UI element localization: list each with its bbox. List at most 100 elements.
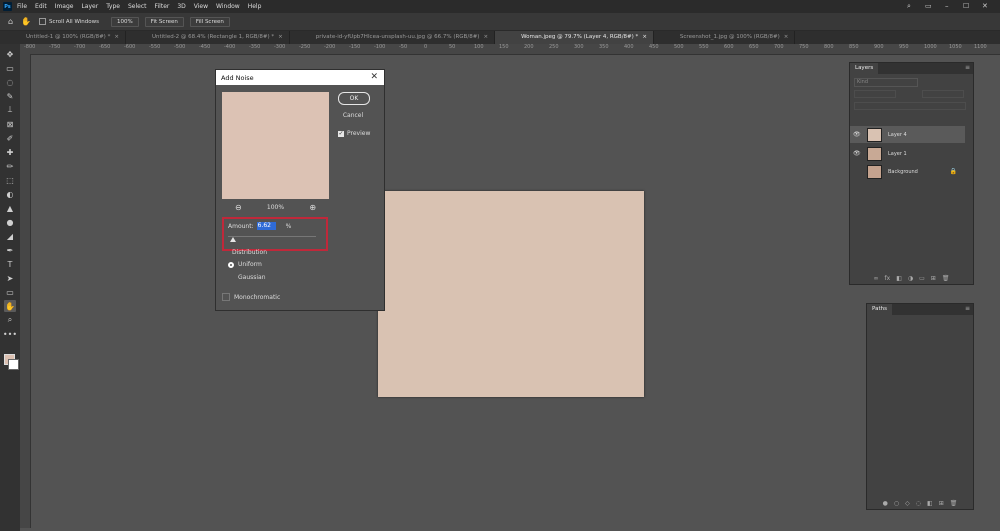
lasso-tool-icon[interactable]: ◌ [4,76,16,88]
workspace-icon[interactable]: ▭ [925,2,932,10]
group-icon[interactable]: ▭ [919,275,925,282]
layer-row-layer-4[interactable]: 👁 Layer 4 [850,126,965,143]
filter-preview[interactable] [222,92,329,199]
close-icon[interactable]: × [642,34,647,40]
cancel-button[interactable]: Cancel [338,110,368,121]
close-icon[interactable]: × [278,34,283,40]
tab-untitled-1[interactable]: Untitled-1 @ 100% (RGB/8#) * × [0,31,126,44]
menu-help[interactable]: Help [248,3,262,10]
path-select-tool-icon[interactable]: ➤ [4,272,16,284]
close-icon[interactable]: × [114,34,119,40]
hand-tool-icon[interactable]: ✋ [4,300,16,312]
opacity-field[interactable] [922,90,964,98]
history-brush-tool-icon[interactable]: ◐ [4,188,16,200]
menu-type[interactable]: Type [106,3,120,10]
healing-tool-icon[interactable]: ✚ [4,146,16,158]
eyedropper-tool-icon[interactable]: ✐ [4,132,16,144]
stroke-path-icon[interactable]: ○ [894,500,899,507]
close-icon[interactable]: × [784,34,789,40]
preview-checkbox[interactable]: ✓ Preview [338,130,370,137]
make-work-path-icon[interactable]: ◌ [916,500,921,507]
fill-screen-button[interactable]: Fill Screen [189,16,230,27]
menu-select[interactable]: Select [128,3,147,10]
marquee-tool-icon[interactable]: ▭ [4,62,16,74]
layers-tab[interactable]: Layers [850,63,879,74]
menu-view[interactable]: View [194,3,208,10]
vertical-ruler[interactable] [20,54,31,528]
home-icon[interactable]: ⌂ [8,17,13,26]
layer-filter-input[interactable]: Kind [854,78,918,87]
close-icon[interactable]: × [483,34,488,40]
mask-icon[interactable]: ◧ [896,275,902,282]
brush-tool-icon[interactable]: ✏ [4,160,16,172]
amount-slider-track[interactable] [228,236,316,237]
menu-file[interactable]: File [17,3,27,10]
hand-tool-icon[interactable]: ✋ [21,17,31,26]
menu-filter[interactable]: Filter [155,3,170,10]
move-tool-icon[interactable]: ✥ [4,48,16,60]
ruler-tick-label: -750 [49,44,61,50]
blend-mode-select[interactable] [854,90,896,98]
fill-path-icon[interactable]: ● [883,500,888,507]
menu-edit[interactable]: Edit [35,3,47,10]
shape-tool-icon[interactable]: ▭ [4,286,16,298]
trash-icon[interactable]: 🗑 [942,275,950,282]
zoom-100-button[interactable]: 100% [111,16,139,27]
document-canvas[interactable] [378,191,644,397]
tab-private-image[interactable]: private-id-yfUpb7HIcea-unsplash-uu.jpg @… [290,31,496,44]
amount-input[interactable]: 6.62 [256,222,276,230]
paths-tab[interactable]: Paths [867,304,892,315]
menu-3d[interactable]: 3D [177,3,185,10]
link-layers-icon[interactable]: ∞ [874,275,879,282]
pen-tool-icon[interactable]: ✒ [4,244,16,256]
zoom-out-icon[interactable]: ⊖ [234,203,242,212]
load-selection-icon[interactable]: ◇ [905,500,910,507]
tab-woman[interactable]: Woman.jpeg @ 79.7% (Layer 4, RGB/8#) * × [495,31,654,44]
background-color-swatch[interactable] [8,359,19,370]
search-icon[interactable]: ⌕ [907,2,911,11]
zoom-in-icon[interactable]: ⊕ [309,203,317,212]
fit-screen-button[interactable]: Fit Screen [144,16,184,27]
eraser-tool-icon[interactable]: ▲ [4,202,16,214]
ok-button[interactable]: OK [338,92,370,105]
layers-panel-header: Layers [850,63,973,74]
quick-select-tool-icon[interactable]: ✎ [4,90,16,102]
crop-tool-icon[interactable]: ⟘ [4,104,16,116]
tab-screenshot[interactable]: Screenshot_1.jpg @ 100% (RGB/8#) × [654,31,796,44]
menu-layer[interactable]: Layer [81,3,98,10]
uniform-radio[interactable]: Uniform [228,261,262,268]
gradient-tool-icon[interactable]: ● [4,216,16,228]
stamp-tool-icon[interactable]: ⬚ [4,174,16,186]
visibility-eye-icon[interactable]: 👁 [853,131,861,138]
panel-menu-icon[interactable]: ≡ [965,305,970,312]
menu-window[interactable]: Window [216,3,240,10]
add-mask-icon[interactable]: ◧ [927,500,933,507]
minimize-icon[interactable]: – [945,2,949,10]
zoom-tool-icon[interactable]: ⌕ [4,314,16,326]
gaussian-radio[interactable]: Gaussian [228,274,266,281]
dodge-tool-icon[interactable]: ◢ [4,230,16,242]
new-layer-icon[interactable]: ⊞ [931,275,936,282]
frame-tool-icon[interactable]: ⊠ [4,118,16,130]
amount-slider-thumb[interactable] [230,237,236,242]
fx-icon[interactable]: fx [885,275,891,282]
panel-menu-icon[interactable]: ≡ [965,64,970,71]
maximize-icon[interactable]: ☐ [963,2,969,10]
layer-row-layer-1[interactable]: 👁 Layer 1 [850,145,965,162]
lock-options[interactable] [854,102,966,110]
visibility-eye-icon[interactable]: 👁 [853,150,861,157]
close-window-icon[interactable]: ✕ [982,2,988,10]
layer-row-background[interactable]: Background 🔒 [850,163,965,180]
tab-untitled-2[interactable]: Untitled-2 @ 68.4% (Rectangle 1, RGB/8#)… [126,31,290,44]
type-tool-icon[interactable]: T [4,258,16,270]
close-icon[interactable]: ✕ [370,72,378,82]
ruler-tick-label: -350 [249,44,261,50]
new-path-icon[interactable]: ⊞ [939,500,944,507]
more-tools-icon[interactable]: ••• [3,328,17,340]
horizontal-ruler[interactable]: -800 -750 -700 -650 -600 -550 -500 -450 -400 -350… [20,44,1000,55]
trash-icon[interactable]: 🗑 [950,500,958,507]
monochromatic-checkbox[interactable]: Monochromatic [222,293,280,301]
menu-image[interactable]: Image [55,3,74,10]
scroll-all-windows-checkbox[interactable]: Scroll All Windows [39,18,99,25]
adjustment-icon[interactable]: ◑ [908,275,913,282]
